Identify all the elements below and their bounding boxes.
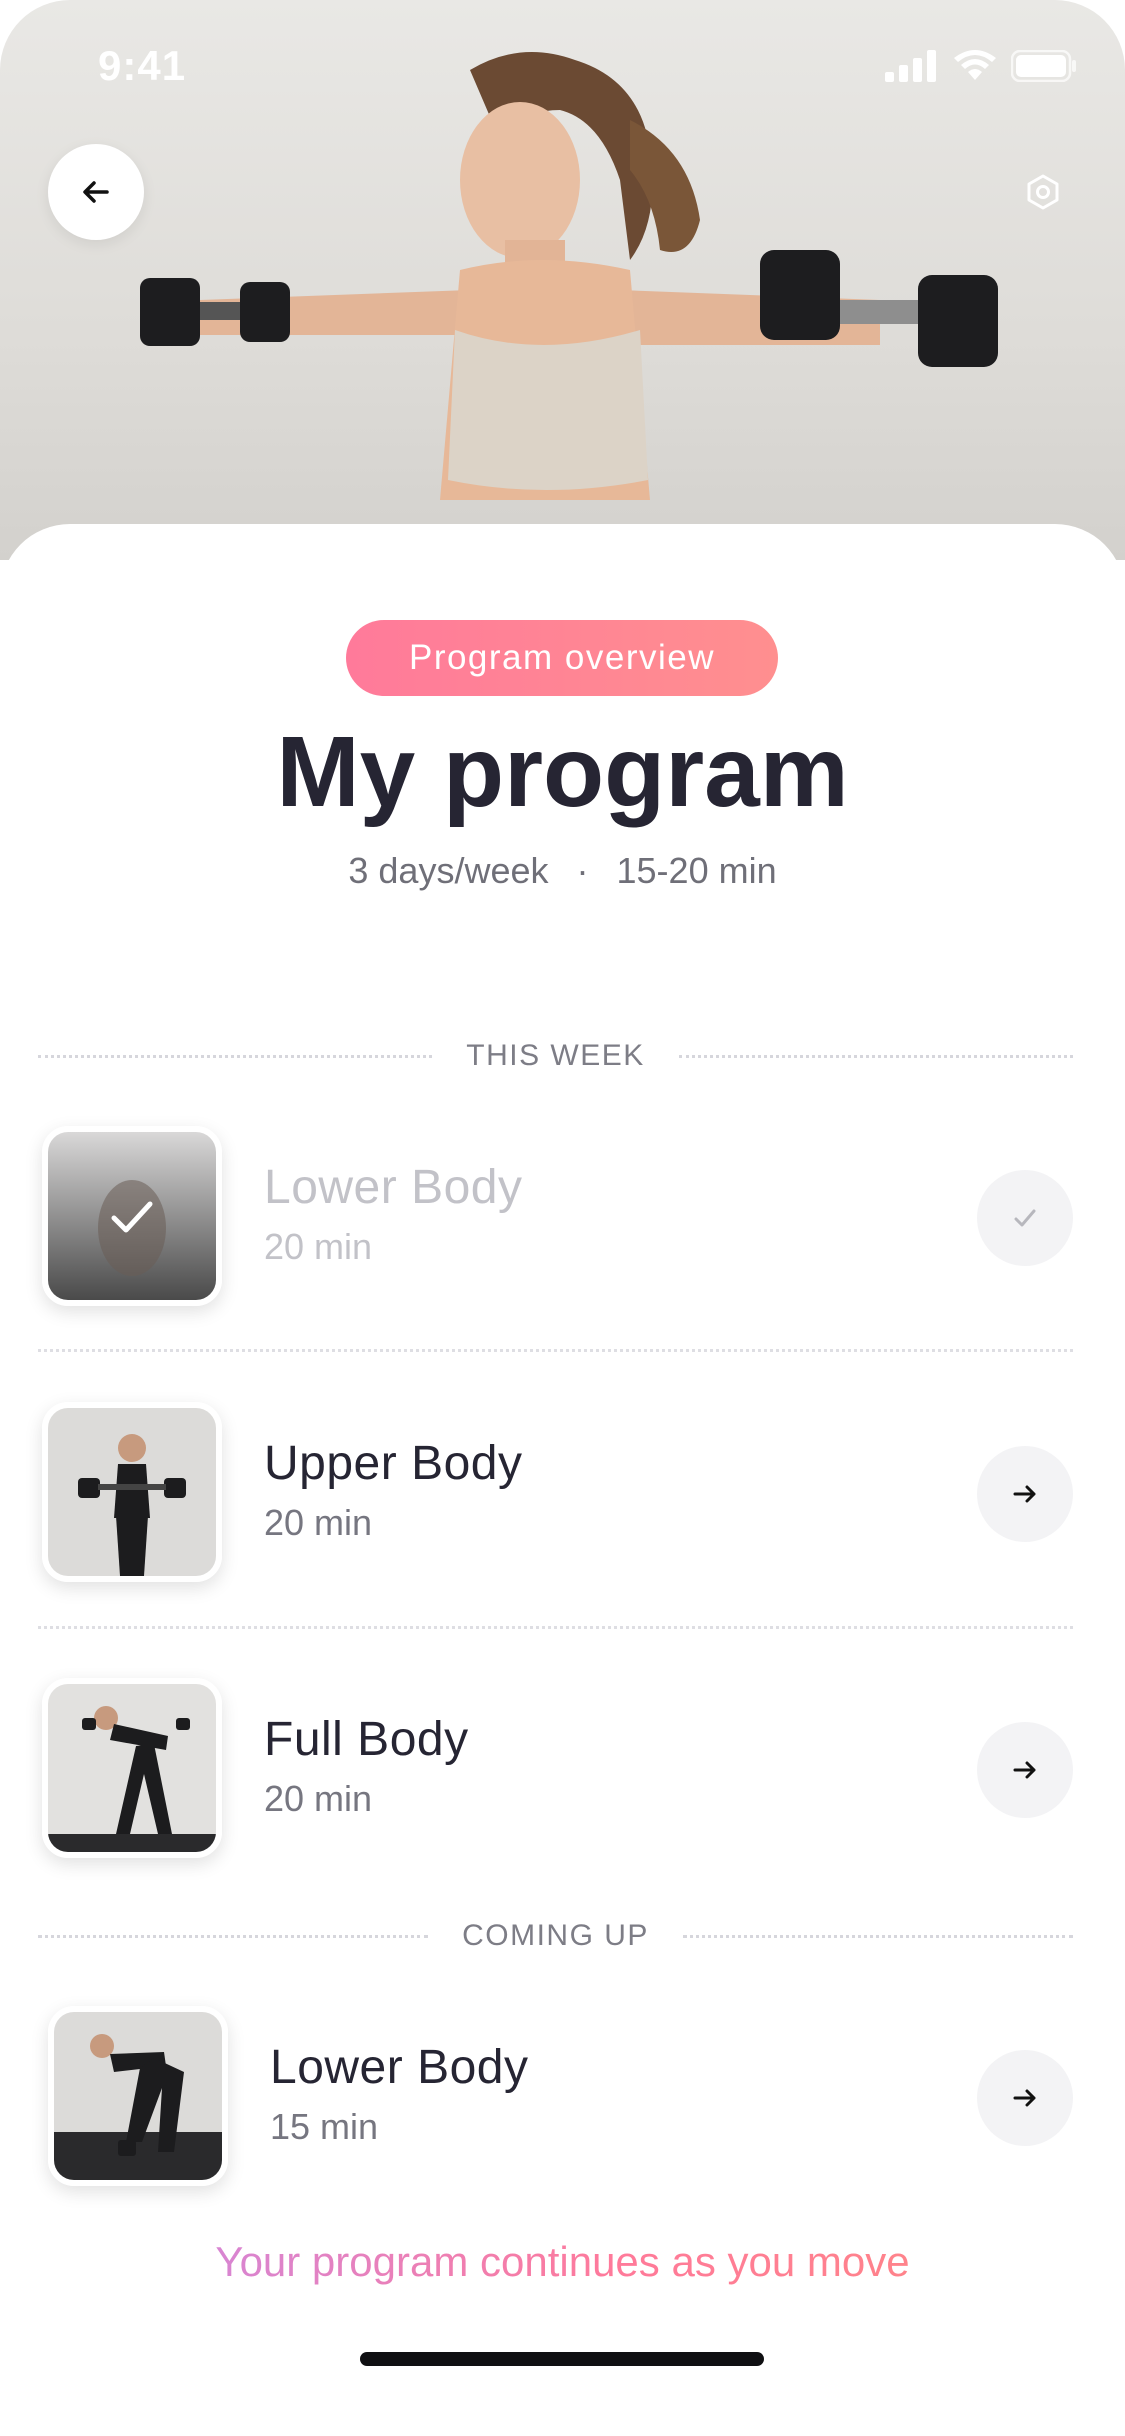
workout-duration: 20 min [264,1226,373,1267]
settings-button[interactable] [1019,168,1067,216]
section-label: COMING UP [462,1919,649,1952]
program-overview-badge: Program overview [346,620,778,696]
section-divider [678,1054,1074,1058]
workout-thumbnail [48,2006,228,2186]
start-workout-button[interactable] [977,1446,1073,1542]
workout-row-upper-body[interactable]: Upper Body 20 min [38,1402,1073,1582]
arrow-right-icon [1013,1761,1036,1779]
completed-indicator [977,1170,1073,1266]
workout-thumbnail-image [48,1408,216,1576]
start-workout-button[interactable] [977,2050,1073,2146]
workout-thumbnail [42,1126,222,1306]
meta-separator: · [576,850,589,891]
workout-thumbnail-image [54,2012,222,2180]
program-duration: 15-20 min [616,850,777,891]
workout-title: Lower Body [264,1161,523,1214]
wifi-icon [954,50,996,80]
arrow-right-icon [1013,1485,1036,1503]
home-indicator[interactable] [360,2352,764,2366]
workout-duration: 20 min [264,1778,373,1819]
workout-row-lower-body-upcoming[interactable]: Lower Body 15 min [44,2006,1079,2186]
status-time: 9:41 [98,42,187,89]
program-continues-message: Your program continues as you move [0,2238,1125,2286]
status-bar: 9:41 [0,0,1125,140]
workout-title: Full Body [264,1713,469,1766]
arrow-right-icon [1013,2089,1036,2107]
workout-row-lower-body[interactable]: Lower Body 20 min [38,1126,1073,1306]
workout-thumbnail [42,1402,222,1582]
workout-title: Upper Body [264,1437,523,1490]
section-label: THIS WEEK [466,1039,645,1072]
back-button[interactable] [48,144,144,240]
workout-thumbnail-image [48,1684,216,1852]
section-coming-up: COMING UP [38,1916,1073,1956]
settings-icon [1027,174,1059,210]
check-icon [1014,1209,1036,1227]
workout-thumbnail [42,1678,222,1858]
status-icons [885,50,1077,82]
program-frequency: 3 days/week [348,850,549,891]
workout-duration: 15 min [270,2106,379,2147]
battery-icon [1011,50,1076,82]
start-workout-button[interactable] [977,1722,1073,1818]
section-divider [38,1054,433,1058]
workout-thumbnail-image [48,1132,216,1300]
page-title: My program [276,716,849,828]
section-this-week: THIS WEEK [38,1036,1074,1076]
signal-icon [885,50,936,82]
section-divider [38,1934,429,1938]
workout-duration: 20 min [264,1502,373,1543]
arrow-left-icon [83,181,109,203]
program-meta: 3 days/week · 15-20 min [0,850,1125,892]
row-divider [38,1349,1073,1352]
section-divider [682,1934,1073,1938]
workout-title: Lower Body [270,2041,529,2094]
workout-row-full-body[interactable]: Full Body 20 min [38,1678,1073,1858]
row-divider [38,1626,1073,1629]
